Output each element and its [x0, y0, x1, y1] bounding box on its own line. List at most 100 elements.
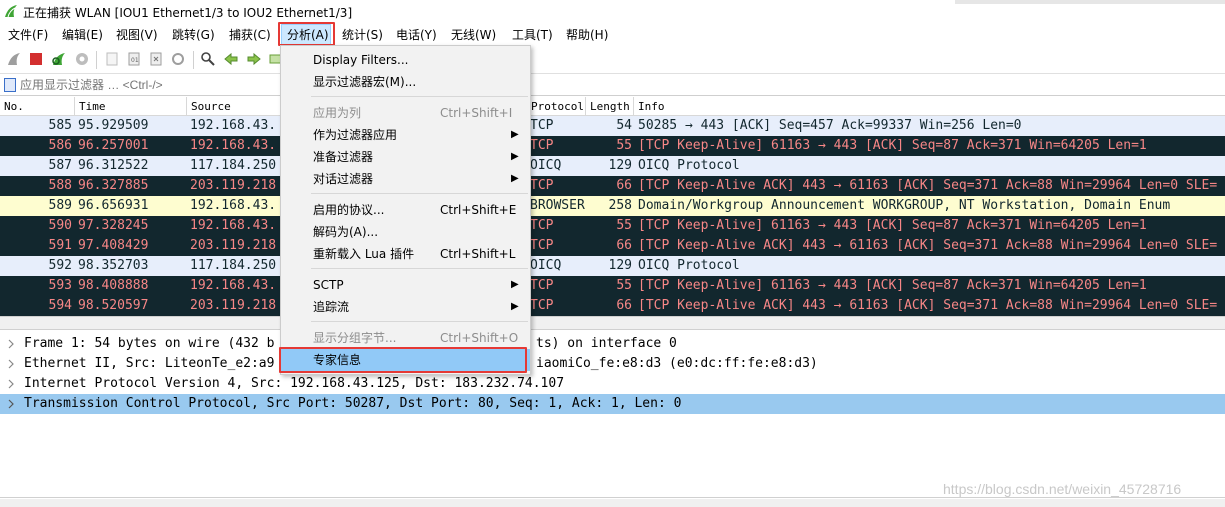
- cell-length: 258: [608, 198, 632, 213]
- stop-capture-icon[interactable]: [28, 51, 44, 67]
- menu-go[interactable]: 跳转(G): [172, 24, 215, 46]
- window-title: 正在捕获 WLAN [IOU1 Ethernet1/3 to IOU2 Ethe…: [23, 6, 353, 20]
- cell-info: Domain/Workgroup Announcement WORKGROUP,…: [638, 198, 1171, 213]
- expand-chevron-icon[interactable]: [6, 334, 16, 354]
- menu-item-reload-lua[interactable]: 重新载入 Lua 插件 Ctrl+Shift+L: [281, 243, 530, 265]
- column-header-length[interactable]: Length: [586, 97, 634, 116]
- column-header-no[interactable]: No.: [0, 97, 75, 116]
- filter-bookmark-icon[interactable]: [4, 78, 16, 92]
- menu-separator: [311, 321, 528, 322]
- detail-row-ethernet[interactable]: Ethernet II, Src: LiteonTe_e2:a9 iaomiCo_…: [0, 354, 1225, 374]
- cell-info: 50285 → 443 [ACK] Seq=457 Ack=99337 Win=…: [638, 118, 1022, 133]
- packet-row[interactable]: 586 96.257001 192.168.43. TCP 55 [TCP Keep-Al…: [0, 136, 1225, 156]
- display-filter-input[interactable]: [20, 76, 1220, 94]
- menu-item-sctp[interactable]: SCTP ▶: [281, 274, 530, 296]
- toolbar-separator: [193, 51, 194, 69]
- detail-row-tcp[interactable]: Transmission Control Protocol, Src Port:…: [0, 394, 1225, 414]
- svg-text:01: 01: [131, 57, 139, 64]
- column-header-protocol[interactable]: Protocol: [527, 97, 586, 116]
- restart-capture-icon[interactable]: [51, 51, 67, 67]
- menu-wireless[interactable]: 无线(W): [451, 24, 496, 46]
- find-packet-icon[interactable]: [200, 51, 216, 67]
- menu-telephony[interactable]: 电话(Y): [396, 24, 437, 46]
- cell-length: 55: [616, 218, 632, 233]
- cell-length: 54: [616, 118, 632, 133]
- packet-row[interactable]: 585 95.929509 192.168.43. TCP 54 50285 → 443 …: [0, 116, 1225, 136]
- packet-row[interactable]: 588 96.327885 203.119.218 TCP 66 [TCP Keep-Al…: [0, 176, 1225, 196]
- status-bar: [0, 499, 1225, 507]
- column-header-time[interactable]: Time: [75, 97, 187, 116]
- menu-item-decode-as[interactable]: 解码为(A)...: [281, 221, 530, 243]
- cell-info: [TCP Keep-Alive] 61163 → 443 [ACK] Seq=8…: [638, 278, 1147, 293]
- analyze-dropdown-menu: Display Filters... 显示过滤器宏(M)... 应用为列 Ctr…: [280, 45, 531, 375]
- packet-row[interactable]: 587 96.312522 117.184.250 OICQ 129 OICQ Proto…: [0, 156, 1225, 176]
- menu-item-enabled-protocols[interactable]: 启用的协议... Ctrl+Shift+E: [281, 199, 530, 221]
- cell-length: 129: [608, 258, 632, 273]
- cell-length: 55: [616, 278, 632, 293]
- go-back-icon[interactable]: [223, 51, 239, 67]
- cell-time: 98.408888: [78, 278, 149, 293]
- menu-item-prepare-filter[interactable]: 准备过滤器 ▶: [281, 146, 530, 168]
- menu-item-expert-info[interactable]: 专家信息: [281, 349, 530, 371]
- detail-text: Ethernet II, Src: LiteonTe_e2:a9 iaomiCo_…: [24, 356, 818, 371]
- packet-row[interactable]: 592 98.352703 117.184.250 OICQ 129 OICQ Proto…: [0, 256, 1225, 276]
- menu-item-filter-macros[interactable]: 显示过滤器宏(M)...: [281, 71, 530, 93]
- menu-item-follow-stream[interactable]: 追踪流 ▶: [281, 296, 530, 318]
- detail-text: Frame 1: 54 bytes on wire (432 b ts) on i…: [24, 336, 677, 351]
- packet-row[interactable]: 590 97.328245 192.168.43. TCP 55 [TCP Keep-Al…: [0, 216, 1225, 236]
- close-file-icon[interactable]: [148, 51, 164, 67]
- wireshark-fin-icon: [5, 5, 17, 18]
- packet-row[interactable]: 589 96.656931 192.168.43. BROWSER 258 Domain/…: [0, 196, 1225, 216]
- menu-help[interactable]: 帮助(H): [566, 24, 608, 46]
- cell-source: 192.168.43.: [190, 218, 277, 233]
- detail-row-ip[interactable]: Internet Protocol Version 4, Src: 192.16…: [0, 374, 1225, 394]
- toolbar-separator: [96, 51, 97, 69]
- cell-protocol: TCP: [530, 238, 554, 253]
- cell-time: 96.656931: [78, 198, 149, 213]
- packet-row[interactable]: 594 98.520597 203.119.218 TCP 66 [TCP Keep-Al…: [0, 296, 1225, 316]
- column-header-info[interactable]: Info: [634, 97, 1225, 116]
- menu-edit[interactable]: 编辑(E): [62, 24, 103, 46]
- submenu-arrow-icon: ▶: [511, 129, 519, 140]
- open-file-icon[interactable]: [104, 51, 120, 67]
- menu-tools[interactable]: 工具(T): [512, 24, 553, 46]
- menu-view[interactable]: 视图(V): [116, 24, 158, 46]
- cell-source: 203.119.218: [190, 238, 277, 253]
- detail-row-frame[interactable]: Frame 1: 54 bytes on wire (432 b ts) on i…: [0, 334, 1225, 354]
- window-edge-shade: [955, 0, 1225, 4]
- menu-file[interactable]: 文件(F): [8, 24, 48, 46]
- menu-statistics[interactable]: 统计(S): [342, 24, 383, 46]
- capture-options-icon[interactable]: [74, 51, 90, 67]
- menu-capture[interactable]: 捕获(C): [229, 24, 271, 46]
- cell-protocol: TCP: [530, 178, 554, 193]
- menu-item-show-packet-bytes[interactable]: 显示分组字节... Ctrl+Shift+O: [281, 327, 530, 349]
- go-forward-icon[interactable]: [246, 51, 262, 67]
- save-file-icon[interactable]: 01: [126, 51, 142, 67]
- packet-row[interactable]: 591 97.408429 203.119.218 TCP 66 [TCP Keep-Al…: [0, 236, 1225, 256]
- menu-analyze[interactable]: 分析(A): [281, 24, 331, 46]
- expand-chevron-icon[interactable]: [6, 394, 16, 414]
- menu-item-conversation-filter[interactable]: 对话过滤器 ▶: [281, 168, 530, 190]
- cell-info: [TCP Keep-Alive] 61163 → 443 [ACK] Seq=8…: [638, 218, 1147, 233]
- cell-length: 66: [616, 178, 632, 193]
- menu-item-apply-as-filter[interactable]: 作为过滤器应用 ▶: [281, 124, 530, 146]
- cell-source: 117.184.250: [190, 258, 277, 273]
- cell-time: 96.257001: [78, 138, 149, 153]
- menu-separator: [311, 193, 528, 194]
- reload-file-icon[interactable]: [170, 51, 186, 67]
- title-bar: 正在捕获 WLAN [IOU1 Ethernet1/3 to IOU2 Ethe…: [0, 0, 1225, 24]
- cell-time: 98.520597: [78, 298, 149, 313]
- expand-chevron-icon[interactable]: [6, 354, 16, 374]
- cell-info: [TCP Keep-Alive ACK] 443 → 61163 [ACK] S…: [638, 238, 1218, 253]
- menu-item-display-filters[interactable]: Display Filters...: [281, 49, 530, 71]
- cell-no: 587: [48, 158, 72, 173]
- cell-no: 593: [48, 278, 72, 293]
- pane-splitter[interactable]: [0, 316, 1225, 330]
- expand-chevron-icon[interactable]: [6, 374, 16, 394]
- start-capture-icon[interactable]: [6, 51, 22, 67]
- cell-time: 98.352703: [78, 258, 149, 273]
- watermark-text: https://blog.csdn.net/weixin_45728716: [943, 481, 1182, 497]
- menu-item-apply-as-column[interactable]: 应用为列 Ctrl+Shift+I: [281, 102, 530, 124]
- cell-protocol: OICQ: [530, 258, 562, 273]
- packet-row[interactable]: 593 98.408888 192.168.43. TCP 55 [TCP Keep-Al…: [0, 276, 1225, 296]
